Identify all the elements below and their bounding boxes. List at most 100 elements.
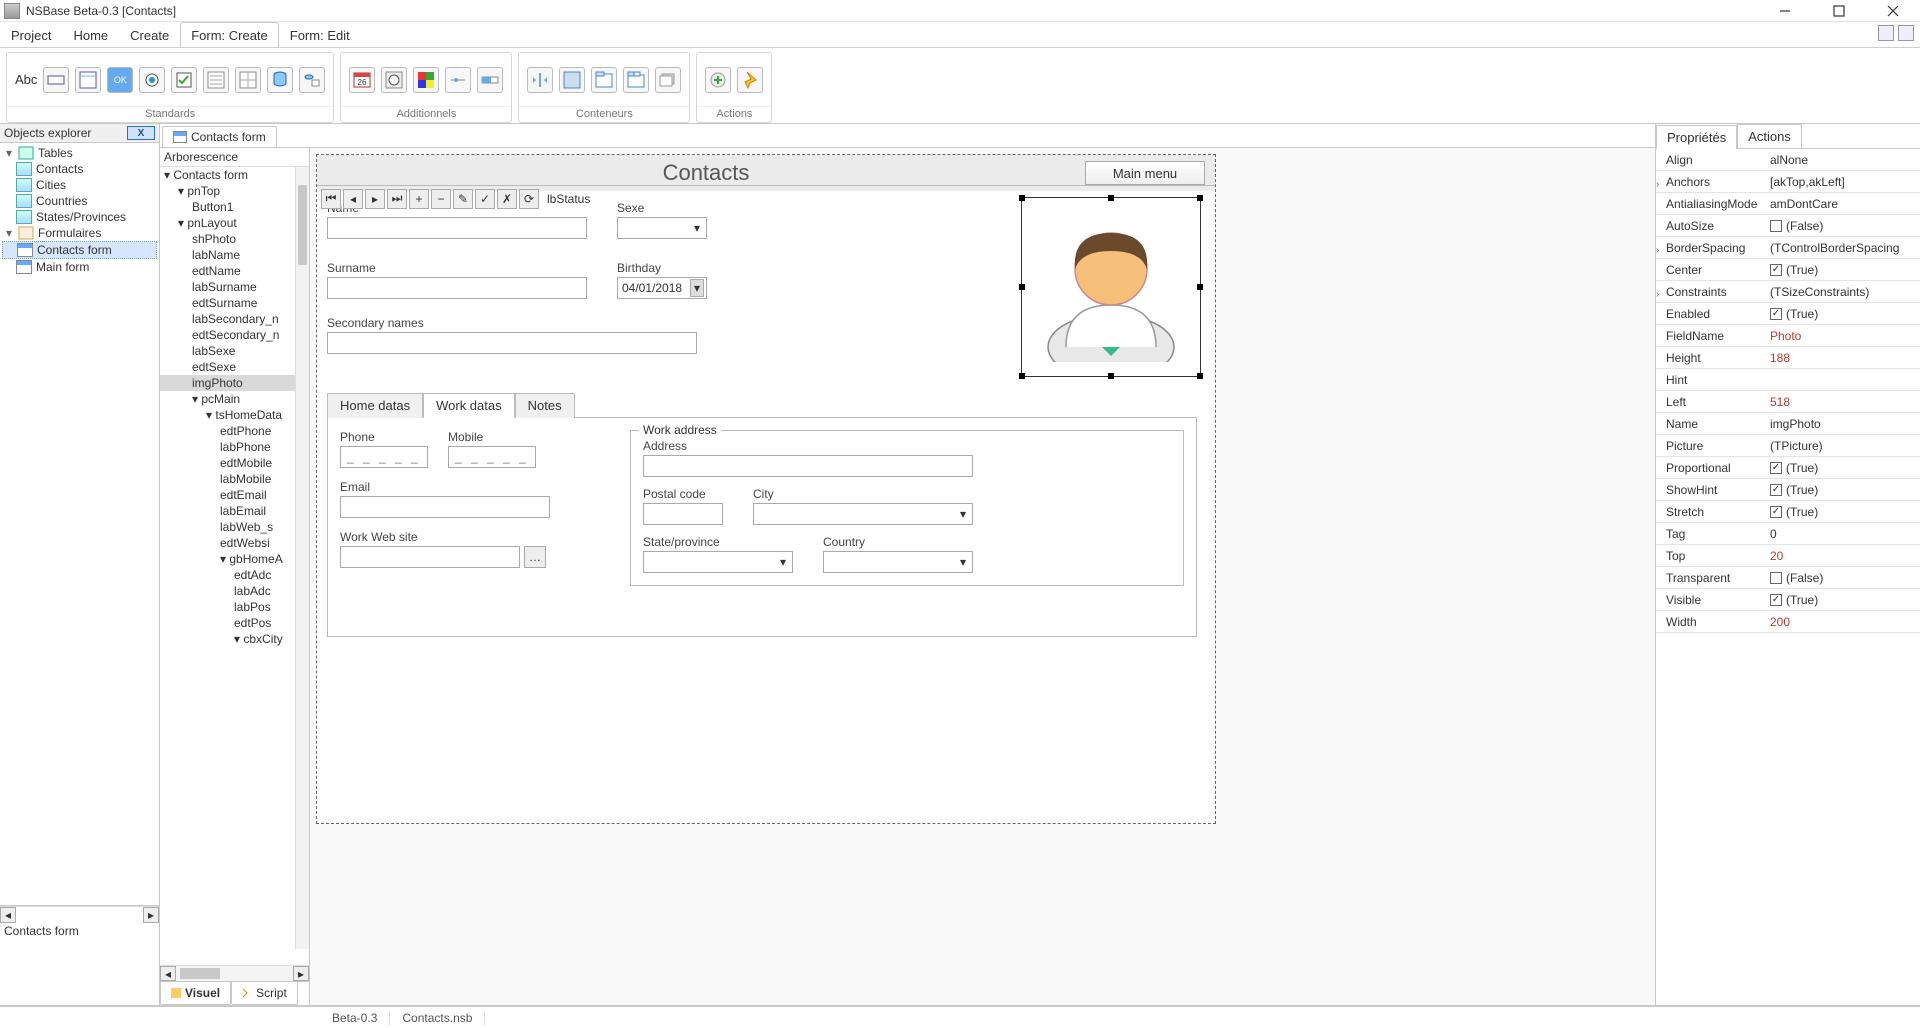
nav-last[interactable]: ⏭	[387, 189, 407, 209]
prop-row[interactable]: BorderSpacing›(TControlBorderSpacing	[1656, 237, 1920, 259]
arbor-node[interactable]: edtMobile	[160, 455, 309, 471]
prop-row[interactable]: Enabled✓(True)	[1656, 303, 1920, 325]
arbor-node[interactable]: ▾ gbHomeA	[160, 551, 309, 567]
objects-explorer-close[interactable]: X	[127, 126, 155, 140]
table-contacts[interactable]: Contacts	[36, 162, 83, 176]
tab-home-datas[interactable]: Home datas	[327, 393, 423, 418]
color-tool[interactable]	[413, 67, 439, 93]
list-tool[interactable]	[203, 67, 229, 93]
combo-city[interactable]: ▾	[753, 503, 973, 525]
table-states[interactable]: States/Provinces	[36, 210, 126, 224]
menu-form-create[interactable]: Form: Create	[180, 22, 279, 47]
prop-row[interactable]: NameimgPhoto	[1656, 413, 1920, 435]
arbor-node[interactable]: edtSecondary_n	[160, 327, 309, 343]
nav-edit[interactable]: ✎	[453, 189, 473, 209]
input-email[interactable]	[340, 496, 550, 518]
website-browse-button[interactable]: …	[524, 546, 546, 568]
frames-tool[interactable]	[655, 67, 681, 93]
combo-state[interactable]: ▾	[643, 551, 793, 573]
design-canvas[interactable]: Contacts Main menu Name Sexe ▾	[310, 148, 1655, 1005]
edit-tool[interactable]	[43, 67, 69, 93]
nav-cancel[interactable]: ✗	[497, 189, 517, 209]
save-icon[interactable]	[1878, 25, 1894, 41]
minimize-button[interactable]	[1770, 2, 1800, 20]
arbor-node[interactable]: labMobile	[160, 471, 309, 487]
calendar-tool[interactable]: 26	[349, 67, 375, 93]
arbor-node[interactable]: labName	[160, 247, 309, 263]
forms-node[interactable]: Formulaires	[38, 226, 101, 240]
prop-row[interactable]: Width200	[1656, 611, 1920, 633]
db-tool[interactable]	[267, 67, 293, 93]
arbor-node[interactable]: edtPhone	[160, 423, 309, 439]
arbor-node[interactable]: ▾ pcMain	[160, 391, 309, 407]
prop-row[interactable]: Height188	[1656, 347, 1920, 369]
menu-form-edit[interactable]: Form: Edit	[279, 22, 361, 47]
form-main[interactable]: Main form	[36, 260, 89, 274]
arbor-node[interactable]: labPhone	[160, 439, 309, 455]
tables-node[interactable]: Tables	[38, 146, 73, 160]
tab-work-datas[interactable]: Work datas	[423, 393, 515, 418]
prop-row[interactable]: Picture(TPicture)	[1656, 435, 1920, 457]
combo-country[interactable]: ▾	[823, 551, 973, 573]
input-mobile[interactable]: _ _ _ _ _	[448, 446, 536, 468]
prop-row[interactable]: Transparent(False)	[1656, 567, 1920, 589]
arbor-node[interactable]: edtSurname	[160, 295, 309, 311]
close-button[interactable]	[1878, 2, 1908, 20]
table-cities[interactable]: Cities	[36, 178, 66, 192]
prop-row[interactable]: Anchors›[akTop,akLeft]	[1656, 171, 1920, 193]
prop-row[interactable]: Hint	[1656, 369, 1920, 391]
form-contacts[interactable]: Contacts form	[37, 243, 112, 257]
grid-tool[interactable]	[235, 67, 261, 93]
arbor-node[interactable]: labWeb_s	[160, 519, 309, 535]
arbor-node[interactable]: labPos	[160, 599, 309, 615]
time-tool[interactable]	[381, 67, 407, 93]
panel-icon[interactable]	[1898, 25, 1914, 41]
nav-prev[interactable]: ◂	[343, 189, 363, 209]
arborescence-tree[interactable]: ▾ Contacts form▾ pnTopButton1▾ pnLayouts…	[160, 167, 309, 965]
arbor-node[interactable]: edtPos	[160, 615, 309, 631]
nav-add[interactable]: +	[409, 189, 429, 209]
tabcontrol-tool[interactable]	[623, 67, 649, 93]
input-phone[interactable]: _ _ _ _ _	[340, 446, 428, 468]
panel-tool[interactable]	[559, 67, 585, 93]
arbor-node[interactable]: ▾ pnLayout	[160, 215, 309, 231]
arbor-node[interactable]: edtAdc	[160, 567, 309, 583]
prop-row[interactable]: AntialiasingModeamDontCare	[1656, 193, 1920, 215]
arbor-node[interactable]: labSecondary_n	[160, 311, 309, 327]
label-tool[interactable]: Abc	[15, 67, 37, 93]
prop-row[interactable]: AlignalNone	[1656, 149, 1920, 171]
arbor-node[interactable]: edtSexe	[160, 359, 309, 375]
arbor-node[interactable]: edtEmail	[160, 487, 309, 503]
arbor-node[interactable]: ▾ Contacts form	[160, 167, 309, 183]
arbor-node[interactable]: ▾ tsHomeData	[160, 407, 309, 423]
prop-row[interactable]: Visible✓(True)	[1656, 589, 1920, 611]
doc-tab-contacts-form[interactable]: Contacts form	[162, 126, 277, 147]
prop-row[interactable]: Constraints›(TSizeConstraints)	[1656, 281, 1920, 303]
prop-row[interactable]: Top20	[1656, 545, 1920, 567]
arbor-node[interactable]: ▾ cbxCity	[160, 631, 309, 647]
tab-notes[interactable]: Notes	[515, 393, 575, 418]
input-name[interactable]	[327, 217, 587, 239]
menu-create[interactable]: Create	[119, 22, 180, 47]
hscroll-left[interactable]: ◂	[0, 907, 16, 923]
add-action-tool[interactable]	[705, 67, 731, 93]
tab-properties[interactable]: Propriétés	[1656, 125, 1737, 149]
arbor-node[interactable]: Button1	[160, 199, 309, 215]
maximize-button[interactable]	[1824, 2, 1854, 20]
combo-sexe[interactable]: ▾	[617, 217, 707, 239]
prop-row[interactable]: Tag0	[1656, 523, 1920, 545]
slider-tool[interactable]	[445, 67, 471, 93]
checkbox-tool[interactable]	[171, 67, 197, 93]
image-photo-selected[interactable]	[1021, 197, 1201, 377]
menu-home[interactable]: Home	[62, 22, 119, 47]
splitter-tool[interactable]	[527, 67, 553, 93]
menu-project[interactable]: Project	[0, 22, 62, 47]
hscroll-right[interactable]: ▸	[143, 907, 159, 923]
radio-tool[interactable]	[139, 67, 165, 93]
view-tab-visuel[interactable]: Visuel	[160, 982, 231, 1005]
arbor-node[interactable]: imgPhoto	[160, 375, 309, 391]
arbor-node[interactable]: labSurname	[160, 279, 309, 295]
vscrollbar[interactable]	[295, 167, 309, 949]
main-menu-button[interactable]: Main menu	[1085, 161, 1205, 185]
button-tool[interactable]: OK	[107, 67, 133, 93]
